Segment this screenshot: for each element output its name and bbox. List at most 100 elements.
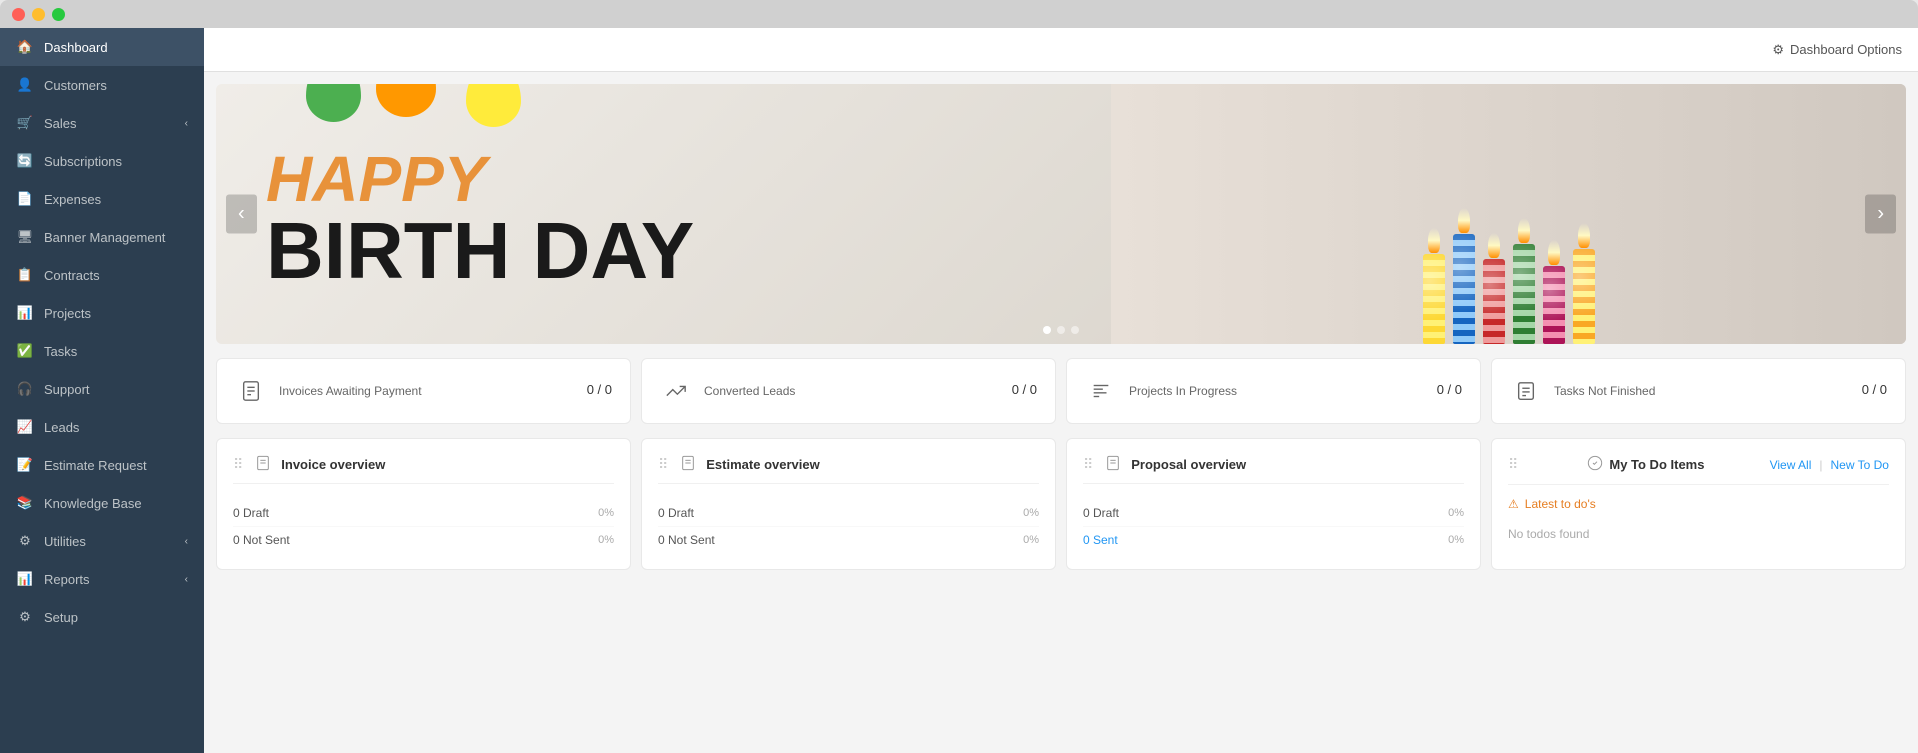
invoice-draft-row: 0 Draft 0% — [233, 500, 614, 527]
sidebar-item-contracts[interactable]: 📋 Contracts — [0, 256, 204, 294]
todo-empty-message: No todos found — [1508, 519, 1889, 549]
knowledge-icon: 📚 — [16, 494, 34, 512]
drag-handle-todo[interactable]: ⠿ — [1508, 456, 1518, 473]
drag-handle-proposal[interactable]: ⠿ — [1083, 456, 1093, 473]
sales-icon: 🛒 — [16, 114, 34, 132]
my-todo-card: ⠿ My To Do Items View All | New To Do — [1491, 438, 1906, 570]
stat-invoices-content: Invoices Awaiting Payment 0 / 0 — [279, 382, 612, 400]
window-chrome — [0, 0, 1918, 28]
invoice-not-sent-row: 0 Not Sent 0% — [233, 527, 614, 553]
reports-icon: 📊 — [16, 570, 34, 588]
leads-icon: 📈 — [16, 418, 34, 436]
banner-birthday-text: BIRTH DAY — [266, 211, 1061, 291]
drag-handle-invoice[interactable]: ⠿ — [233, 456, 243, 473]
todo-actions: View All | New To Do — [1770, 458, 1889, 472]
banner-text-area: HAPPY BIRTH DAY — [216, 84, 1111, 344]
banner-icon: 🖥 — [16, 228, 34, 246]
sidebar-item-utilities[interactable]: ⚙ Utilities ‹ — [0, 522, 204, 560]
projects-progress-icon — [1085, 375, 1117, 407]
todo-title: My To Do Items — [1587, 455, 1704, 474]
proposal-sent-row: 0 Sent 0% — [1083, 527, 1464, 553]
sidebar-item-dashboard[interactable]: 🏠 Dashboard — [0, 28, 204, 66]
invoice-overview-card: ⠿ Invoice overview 0 Draft 0% 0 Not Sent… — [216, 438, 631, 570]
new-todo-link[interactable]: New To Do — [1831, 458, 1889, 472]
customers-icon: 👤 — [16, 76, 34, 94]
window-close-btn[interactable] — [12, 8, 25, 21]
setup-icon: ⚙ — [16, 608, 34, 626]
utilities-icon: ⚙ — [16, 532, 34, 550]
contracts-icon: 📋 — [16, 266, 34, 284]
sidebar-item-customers[interactable]: 👤 Customers — [0, 66, 204, 104]
stat-projects-progress[interactable]: Projects In Progress 0 / 0 — [1066, 358, 1481, 424]
stats-row: Invoices Awaiting Payment 0 / 0 Converte… — [216, 358, 1906, 424]
reports-arrow-icon: ‹ — [185, 574, 188, 585]
app-container: 🏠 Dashboard 👤 Customers 🛒 Sales ‹ 🔄 Subs… — [0, 28, 1918, 753]
invoice-overview-icon — [255, 455, 273, 473]
home-icon: 🏠 — [16, 38, 34, 56]
stat-invoices-awaiting[interactable]: Invoices Awaiting Payment 0 / 0 — [216, 358, 631, 424]
estimate-draft-row: 0 Draft 0% — [658, 500, 1039, 527]
stat-converted-leads[interactable]: Converted Leads 0 / 0 — [641, 358, 1056, 424]
sidebar-item-support[interactable]: 🎧 Support — [0, 370, 204, 408]
banner-dot-2[interactable] — [1057, 326, 1065, 334]
sidebar: 🏠 Dashboard 👤 Customers 🛒 Sales ‹ 🔄 Subs… — [0, 28, 204, 753]
content-area: HAPPY BIRTH DAY — [204, 72, 1918, 753]
invoice-icon — [235, 375, 267, 407]
estimate-overview-header: ⠿ Estimate overview — [658, 455, 1039, 484]
utilities-arrow-icon: ‹ — [185, 536, 188, 547]
stat-tasks-not-finished[interactable]: Tasks Not Finished 0 / 0 — [1491, 358, 1906, 424]
banner-carousel: HAPPY BIRTH DAY — [216, 84, 1906, 344]
estimate-overview-icon — [680, 455, 698, 473]
estimate-overview-card: ⠿ Estimate overview 0 Draft 0% 0 Not Sen… — [641, 438, 1056, 570]
invoice-overview-header: ⠿ Invoice overview — [233, 455, 614, 484]
overview-row: ⠿ Invoice overview 0 Draft 0% 0 Not Sent… — [216, 438, 1906, 570]
topbar: ⚙ Dashboard Options — [204, 28, 1918, 72]
sidebar-item-projects[interactable]: 📊 Projects — [0, 294, 204, 332]
window-maximize-btn[interactable] — [52, 8, 65, 21]
proposal-overview-card: ⠿ Proposal overview 0 Draft 0% 0 Sent 0% — [1066, 438, 1481, 570]
window-minimize-btn[interactable] — [32, 8, 45, 21]
drag-handle-estimate[interactable]: ⠿ — [658, 456, 668, 473]
tasks-not-finished-icon — [1510, 375, 1542, 407]
todo-check-icon — [1587, 455, 1603, 474]
stat-leads-content: Converted Leads 0 / 0 — [704, 382, 1037, 400]
sidebar-item-tasks[interactable]: ✅ Tasks — [0, 332, 204, 370]
estimate-icon: 📝 — [16, 456, 34, 474]
sidebar-item-subscriptions[interactable]: 🔄 Subscriptions — [0, 142, 204, 180]
sidebar-item-expenses[interactable]: 📄 Expenses — [0, 180, 204, 218]
stat-projects-content: Projects In Progress 0 / 0 — [1129, 382, 1462, 400]
sidebar-item-setup[interactable]: ⚙ Setup — [0, 598, 204, 636]
sidebar-item-banner-management[interactable]: 🖥 Banner Management — [0, 218, 204, 256]
projects-icon: 📊 — [16, 304, 34, 322]
sidebar-item-knowledge-base[interactable]: 📚 Knowledge Base — [0, 484, 204, 522]
sales-arrow-icon: ‹ — [185, 118, 188, 129]
proposal-overview-header: ⠿ Proposal overview — [1083, 455, 1464, 484]
estimate-not-sent-row: 0 Not Sent 0% — [658, 527, 1039, 553]
proposal-draft-row: 0 Draft 0% — [1083, 500, 1464, 527]
warning-icon: ⚠ — [1508, 497, 1519, 511]
converted-leads-icon — [660, 375, 692, 407]
main-area: ⚙ Dashboard Options HAPPY — [204, 28, 1918, 753]
banner-happy-text: HAPPY — [266, 147, 1061, 211]
banner-background: HAPPY BIRTH DAY — [216, 84, 1906, 344]
support-icon: 🎧 — [16, 380, 34, 398]
proposal-overview-icon — [1105, 455, 1123, 473]
subscriptions-icon: 🔄 — [16, 152, 34, 170]
gear-icon: ⚙ — [1772, 42, 1784, 58]
sidebar-item-estimate-request[interactable]: 📝 Estimate Request — [0, 446, 204, 484]
banner-dot-3[interactable] — [1071, 326, 1079, 334]
tasks-icon: ✅ — [16, 342, 34, 360]
sidebar-item-sales[interactable]: 🛒 Sales ‹ — [0, 104, 204, 142]
stat-tasks-content: Tasks Not Finished 0 / 0 — [1554, 382, 1887, 400]
banner-dot-1[interactable] — [1043, 326, 1051, 334]
banner-prev-button[interactable]: ‹ — [226, 195, 257, 234]
todo-latest-section: ⚠ Latest to do's — [1508, 497, 1889, 511]
sidebar-item-leads[interactable]: 📈 Leads — [0, 408, 204, 446]
view-all-link[interactable]: View All — [1770, 458, 1812, 472]
dashboard-options-button[interactable]: ⚙ Dashboard Options — [1772, 42, 1902, 58]
banner-dots — [1043, 326, 1079, 334]
todo-header: ⠿ My To Do Items View All | New To Do — [1508, 455, 1889, 485]
banner-next-button[interactable]: › — [1865, 195, 1896, 234]
sidebar-item-reports[interactable]: 📊 Reports ‹ — [0, 560, 204, 598]
expenses-icon: 📄 — [16, 190, 34, 208]
